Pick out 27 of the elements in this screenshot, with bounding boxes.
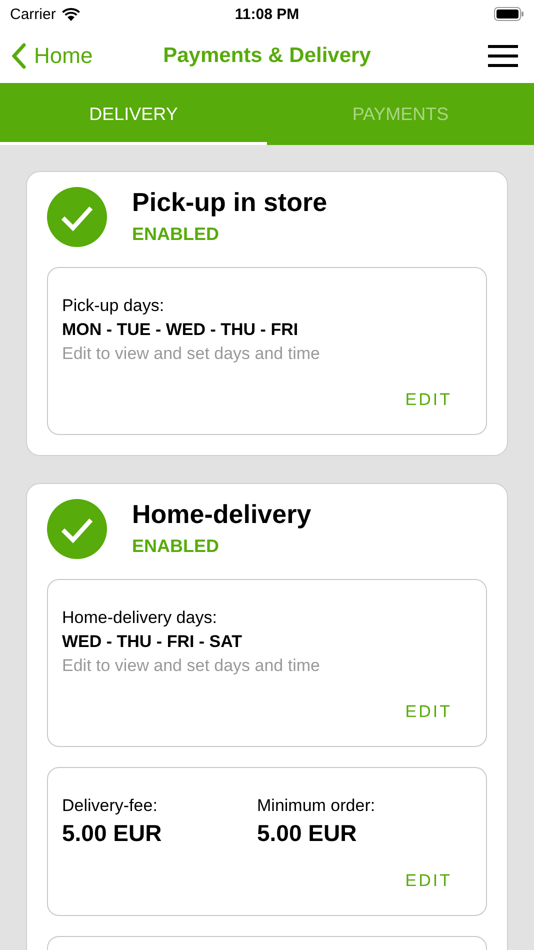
hint-text: Edit to view and set days and time (62, 344, 321, 364)
card-title: Home-delivery (132, 499, 312, 530)
days-text: WED - THU - FRI - SAT (62, 632, 244, 652)
hint-text: Edit to view and set days and time (62, 656, 321, 676)
field-value: 5.00 EUR (257, 820, 358, 847)
card-title: Pick-up in store (132, 187, 328, 218)
status-label: ENABLED (132, 224, 220, 245)
edit-button[interactable]: EDIT (405, 700, 452, 724)
panel-label: Home-delivery days: (62, 608, 218, 628)
chevron-left-icon (12, 42, 26, 68)
field-value: 5.00 EUR (62, 820, 163, 847)
tab[interactable]: DELIVERY (0, 83, 267, 145)
menu-icon (488, 44, 518, 66)
panel-label: Pick-up days: (62, 296, 166, 316)
edit-button[interactable]: EDIT (405, 388, 452, 412)
clock-time: 11:08 PM (234, 6, 300, 22)
carrier-name: Carrier (10, 6, 56, 22)
wifi-icon (60, 7, 81, 21)
field-label: Delivery-fee: (62, 796, 158, 816)
field-label: Minimum order: (257, 796, 376, 816)
tab[interactable]: PAYMENTS (267, 83, 534, 145)
days-text: MON - TUE - WED - THU - FRI (62, 320, 300, 340)
battery-icon (494, 7, 524, 21)
edit-button[interactable]: EDIT (405, 869, 452, 893)
page-title: Payments & Delivery (163, 44, 371, 66)
status-label: ENABLED (132, 536, 220, 557)
back-button[interactable]: Home (12, 42, 93, 68)
